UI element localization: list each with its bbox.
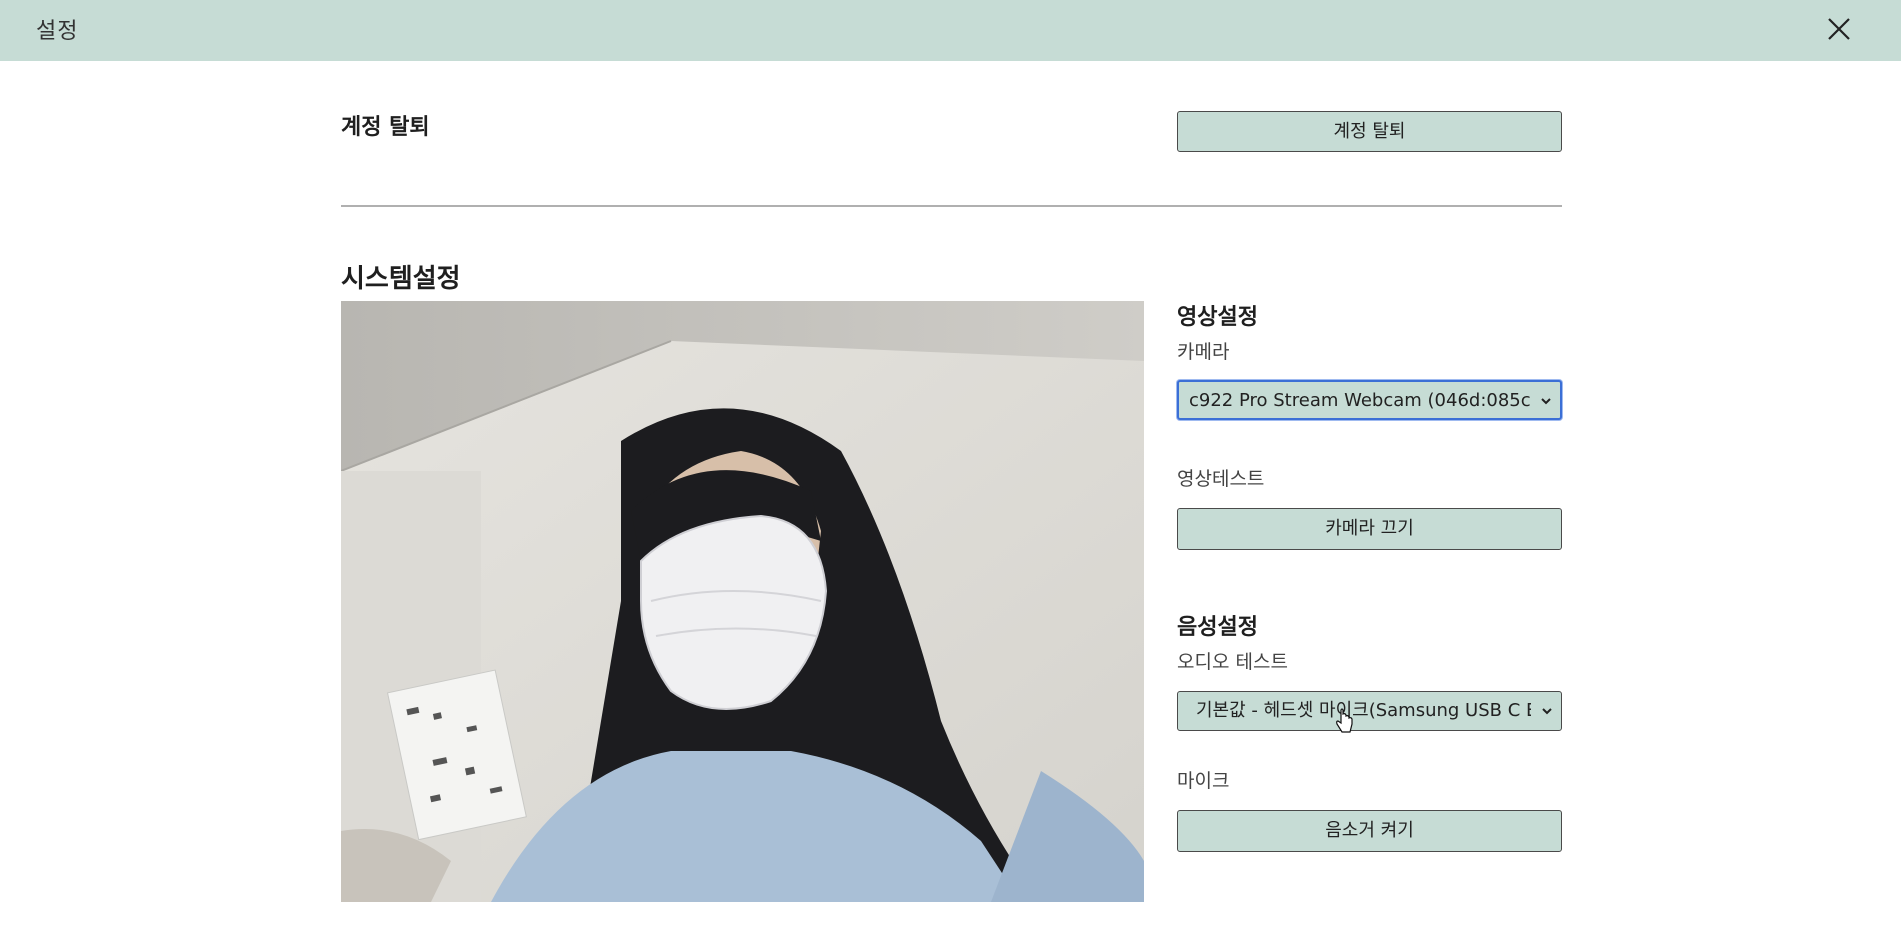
camera-preview [341, 301, 1144, 902]
video-settings-title: 영상설정 [1177, 305, 1258, 330]
chevron-down-icon [1541, 398, 1551, 405]
top-bar: 설정 [0, 0, 1901, 61]
account-withdraw-title: 계정 탈퇴 [341, 115, 430, 140]
camera-select[interactable]: c922 Pro Stream Webcam (046d:085c) [1177, 380, 1562, 420]
mic-label: 마이크 [1177, 770, 1230, 792]
camera-off-button[interactable]: 카메라 끄기 [1177, 508, 1562, 550]
audio-test-label: 오디오 테스트 [1177, 651, 1288, 673]
close-icon [1828, 18, 1850, 40]
mute-on-button[interactable]: 음소거 켜기 [1177, 810, 1562, 852]
account-withdraw-button[interactable]: 계정 탈퇴 [1177, 111, 1562, 152]
camera-feed-image [341, 301, 1144, 902]
system-settings-title: 시스템설정 [341, 264, 461, 294]
page-title: 설정 [36, 19, 79, 44]
audio-settings-title: 음성설정 [1177, 615, 1258, 640]
audio-select[interactable]: 기본값 - 헤드셋 마이크(Samsung USB C Ear [1177, 691, 1562, 731]
camera-label: 카메라 [1177, 341, 1230, 363]
camera-select-value: c922 Pro Stream Webcam (046d:085c) [1189, 390, 1530, 411]
section-divider [341, 205, 1562, 207]
audio-select-value: 기본값 - 헤드셋 마이크(Samsung USB C Ear [1196, 700, 1531, 721]
close-button[interactable] [1820, 10, 1860, 50]
video-test-label: 영상테스트 [1177, 468, 1265, 490]
chevron-down-icon [1542, 708, 1552, 715]
